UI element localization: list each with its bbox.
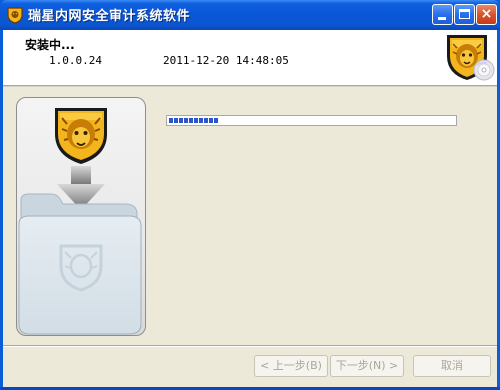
content-area: < 上一步(B) 下一步(N) > 取消	[3, 87, 497, 387]
progress-segment	[214, 118, 218, 123]
progress-segment	[169, 118, 173, 123]
progress-segment	[199, 118, 203, 123]
progress-fill	[169, 118, 219, 123]
minimize-icon	[438, 17, 446, 20]
rising-lion-icon	[7, 7, 23, 24]
button-divider	[3, 345, 497, 347]
close-icon: ×	[480, 6, 493, 22]
back-button[interactable]: < 上一步(B)	[254, 355, 328, 377]
close-button[interactable]: ×	[476, 4, 497, 25]
progress-segment	[204, 118, 208, 123]
install-progress-bar	[166, 115, 457, 126]
status-title: 安装中...	[25, 38, 75, 52]
progress-segment	[174, 118, 178, 123]
datetime-label: 2011-12-20 14:48:05	[163, 54, 289, 67]
lion-shield-icon	[55, 108, 107, 164]
cancel-button[interactable]: 取消	[413, 355, 491, 377]
header-panel: 安装中... 1.0.0.24 2011-12-20 14:48:05	[3, 30, 497, 85]
window-title: 瑞星内网安全审计系统软件	[28, 9, 191, 24]
folder-icon	[18, 193, 142, 335]
progress-segment	[209, 118, 213, 123]
progress-segment	[179, 118, 183, 123]
progress-segment	[184, 118, 188, 123]
maximize-icon	[459, 9, 470, 19]
folder-install-graphic	[18, 108, 142, 335]
install-illustration	[16, 97, 146, 336]
next-button[interactable]: 下一步(N) >	[330, 355, 404, 377]
title-bar[interactable]: 瑞星内网安全审计系统软件 ×	[0, 0, 500, 30]
minimize-button[interactable]	[432, 4, 453, 25]
download-arrow-icon	[57, 166, 105, 210]
maximize-button[interactable]	[454, 4, 475, 25]
progress-segment	[189, 118, 193, 123]
installer-window: 瑞星内网安全审计系统软件 × 安装中... 1.0.0.24 2011-12-2…	[0, 0, 500, 390]
rising-lion-shield-logo	[447, 35, 495, 81]
version-label: 1.0.0.24	[49, 54, 102, 67]
progress-segment	[194, 118, 198, 123]
